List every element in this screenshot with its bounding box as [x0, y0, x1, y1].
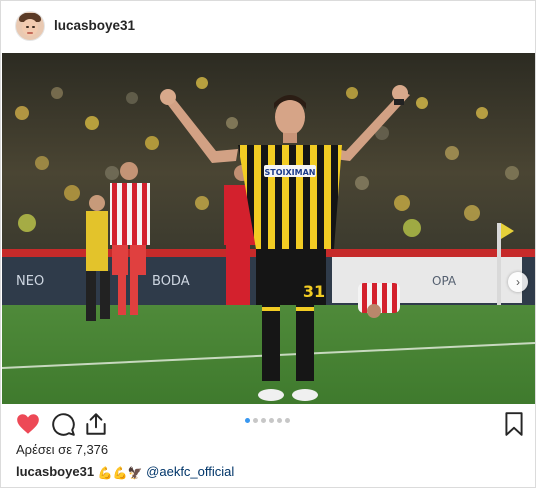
- carousel-next-button[interactable]: ›: [508, 272, 528, 292]
- carousel-dot: [269, 418, 274, 423]
- carousel-dot: [277, 418, 282, 423]
- heart-icon[interactable]: [15, 411, 41, 437]
- caption-username[interactable]: lucasboye31: [16, 464, 94, 479]
- ad-board-3: OPA: [432, 274, 457, 288]
- flexed-biceps-emoji: 💪: [97, 465, 113, 480]
- post-caption: lucasboye31 💪💪🦅 @aekfc_official: [16, 464, 234, 480]
- ad-board-1: NEO: [16, 274, 44, 289]
- bookmark-icon[interactable]: [501, 411, 527, 437]
- carousel-dot: [261, 418, 266, 423]
- carousel-dot: [285, 418, 290, 423]
- jersey-sponsor-text: STOIXIMAN: [265, 168, 316, 177]
- caption-mention-link[interactable]: @aekfc_official: [146, 464, 234, 479]
- eagle-emoji: 🦅: [127, 465, 143, 480]
- post-photo[interactable]: NEO BODA OPA STOIXIMAN 31 ›: [2, 53, 535, 404]
- carousel-dot: [245, 418, 250, 423]
- carousel-indicator: [245, 418, 293, 424]
- comment-icon[interactable]: [50, 411, 76, 437]
- jersey-number: 31: [303, 282, 325, 301]
- post-card: lucasboye31 NEO BODA OPA STOIXIMAN 31 › …: [0, 0, 536, 488]
- likes-count[interactable]: Αρέσει σε 7,376: [16, 442, 108, 457]
- post-header: lucasboye31: [1, 1, 535, 53]
- avatar[interactable]: [15, 11, 45, 41]
- carousel-dot: [253, 418, 258, 423]
- post-actions: [1, 404, 535, 442]
- post-username[interactable]: lucasboye31: [54, 18, 135, 33]
- share-icon[interactable]: [83, 411, 109, 437]
- flexed-biceps-emoji: 💪: [112, 465, 128, 480]
- ad-board-2: BODA: [152, 274, 190, 289]
- football-celebration-image: NEO BODA OPA STOIXIMAN 31: [2, 53, 535, 404]
